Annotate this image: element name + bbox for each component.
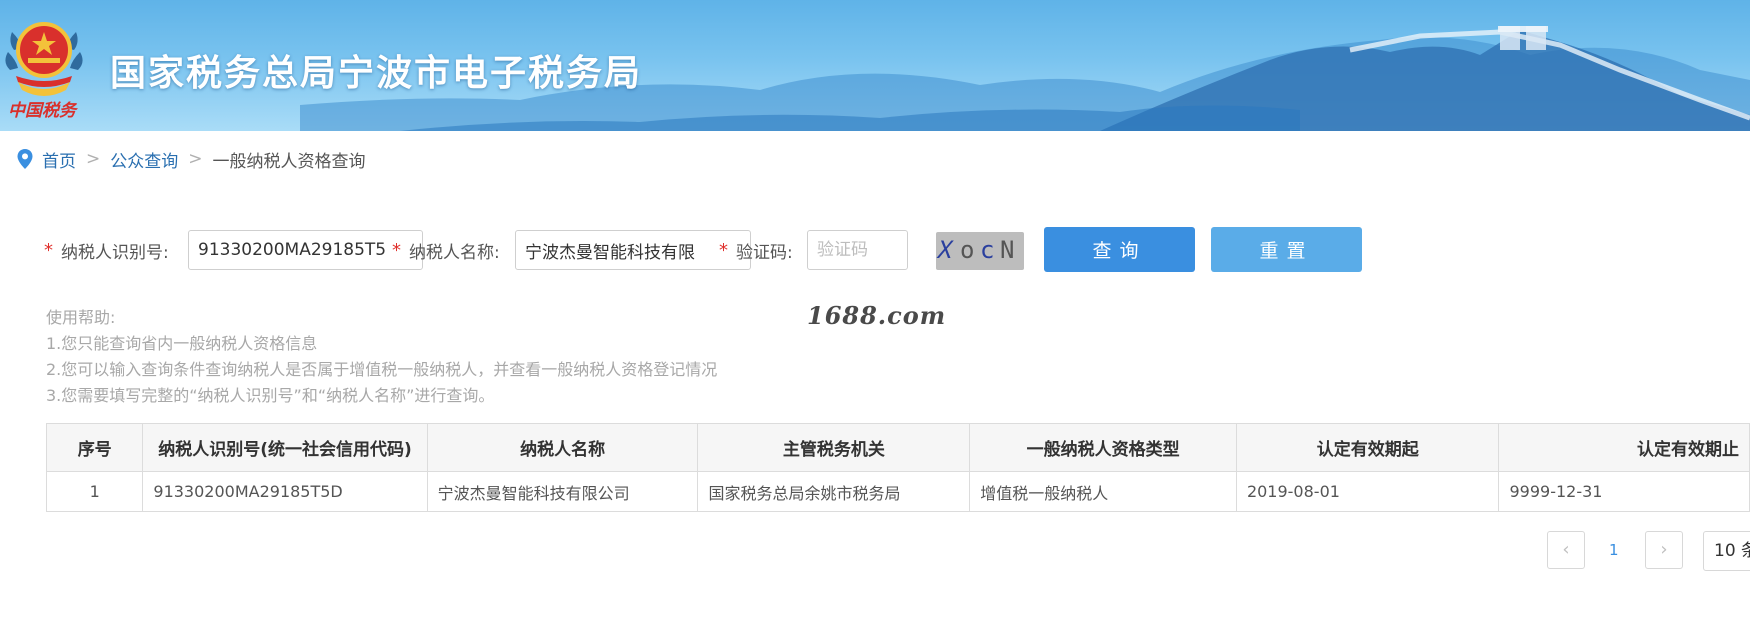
prev-page-button[interactable]: ‹ [1547,531,1585,569]
captcha-char: N [1000,236,1015,264]
tax-id-label: 纳税人识别号: [61,243,169,263]
help-line: 1.您只能查询省内一般纳税人资格信息 [46,334,318,353]
header-banner: 中国税务 国家税务总局宁波市电子税务局 [0,0,1750,131]
table-header-row: 序号 纳税人识别号(统一社会信用代码) 纳税人名称 主管税务机关 一般纳税人资格… [45,423,1750,472]
current-page-number[interactable]: 1 [1609,541,1619,559]
help-line: 3.您需要填写完整的“纳税人识别号”和“纳税人名称”进行查询。 [46,386,495,405]
breadcrumb: 首页 > 公众查询 > 一般纳税人资格查询 [16,147,366,172]
table-cell: 国家税务总局余姚市税务局 [697,471,971,512]
breadcrumb-current: 一般纳税人资格查询 [212,151,366,172]
reset-button[interactable]: 重置 [1211,227,1362,272]
breadcrumb-separator: > [188,149,203,169]
next-page-button[interactable]: › [1645,531,1683,569]
query-button[interactable]: 查询 [1044,227,1195,272]
table-cell: 91330200MA29185T5D [142,471,428,512]
captcha-char: X [936,236,956,264]
location-pin-icon [17,149,33,169]
page-size-select[interactable]: 10 条/页 [1703,531,1750,571]
emblem-caption: 中国税务 [8,101,76,121]
column-header: 认定有效期起 [1235,423,1500,472]
search-form: * 纳税人识别号: * 纳税人名称: * 验证码: X o c N 查询 重置 [44,226,1750,272]
table-cell: 1 [45,471,144,512]
captcha-label: 验证码: [736,243,793,263]
site-title: 国家税务总局宁波市电子税务局 [110,53,643,94]
table-cell: 宁波杰曼智能科技有限公司 [426,471,699,512]
column-header: 一般纳税人资格类型 [969,423,1237,472]
tax-id-input[interactable] [188,230,423,270]
captcha-char: c [980,236,995,264]
captcha-image[interactable]: X o c N [936,232,1024,270]
column-header: 序号 [45,423,144,472]
table-cell: 9999-12-31 [1498,471,1750,512]
column-header: 纳税人名称 [426,423,699,472]
required-mark: * [392,240,401,261]
required-mark: * [719,240,728,261]
column-header: 主管税务机关 [697,423,971,472]
watermark: 1688.com [807,301,947,330]
usage-help: 使用帮助: 1.您只能查询省内一般纳税人资格信息 2.您可以输入查询条件查询纳税… [46,305,717,409]
help-title: 使用帮助: [46,308,116,327]
taxpayer-name-input[interactable] [515,230,751,270]
captcha-char: o [960,236,975,264]
breadcrumb-section-link[interactable]: 公众查询 [110,147,178,172]
breadcrumb-separator: > [86,149,101,169]
breadcrumb-home-link[interactable]: 首页 [42,147,76,172]
required-mark: * [44,240,53,261]
column-header: 纳税人识别号(统一社会信用代码) [142,423,428,472]
taxpayer-name-label: 纳税人名称: [409,243,500,263]
captcha-input[interactable] [807,230,908,270]
help-line: 2.您可以输入查询条件查询纳税人是否属于增值税一般纳税人，并查看一般纳税人资格登… [46,360,718,379]
table-row: 1 91330200MA29185T5D 宁波杰曼智能科技有限公司 国家税务总局… [45,471,1750,512]
table-cell: 增值税一般纳税人 [969,471,1237,512]
column-header: 认定有效期止 [1498,423,1750,472]
results-table: 序号 纳税人识别号(统一社会信用代码) 纳税人名称 主管税务机关 一般纳税人资格… [45,423,1750,512]
table-cell: 2019-08-01 [1235,471,1500,512]
